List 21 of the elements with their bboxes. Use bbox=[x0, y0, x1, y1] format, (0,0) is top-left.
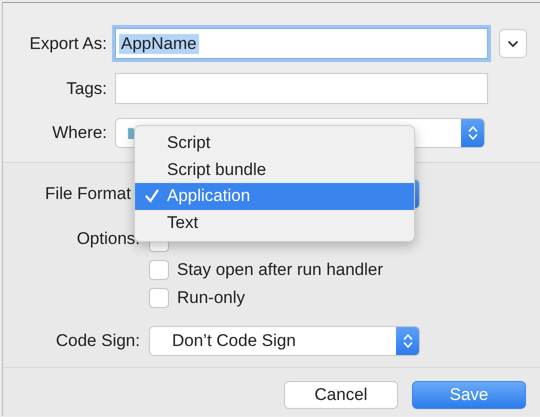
menu-item[interactable]: Script bundle bbox=[135, 156, 414, 183]
expand-button[interactable] bbox=[499, 29, 527, 58]
checkbox[interactable] bbox=[149, 288, 169, 308]
checkbox-label: Stay open after run handler bbox=[177, 260, 384, 280]
field-label: Where: bbox=[51, 123, 107, 143]
checkmark-icon bbox=[145, 189, 159, 203]
stepper-icon bbox=[468, 124, 478, 142]
checkbox-label: Run-only bbox=[177, 288, 246, 308]
tags-field[interactable] bbox=[115, 73, 488, 104]
field-label: Export As: bbox=[28, 34, 107, 54]
menu-item[interactable]: Script bbox=[135, 130, 414, 156]
popup-button[interactable]: Don’t Code Sign bbox=[149, 326, 420, 356]
name-field[interactable]: AppName bbox=[115, 28, 488, 59]
chevron-down-icon bbox=[507, 40, 519, 48]
cancel-button[interactable]: Cancel bbox=[284, 381, 398, 409]
checkbox[interactable] bbox=[149, 260, 169, 280]
field-label: Code Sign: bbox=[54, 330, 140, 352]
field-label: File Format bbox=[44, 183, 132, 205]
menu-item[interactable]: Application bbox=[135, 183, 414, 210]
stepper-icon bbox=[403, 332, 413, 350]
field-label: Tags: bbox=[65, 78, 107, 98]
